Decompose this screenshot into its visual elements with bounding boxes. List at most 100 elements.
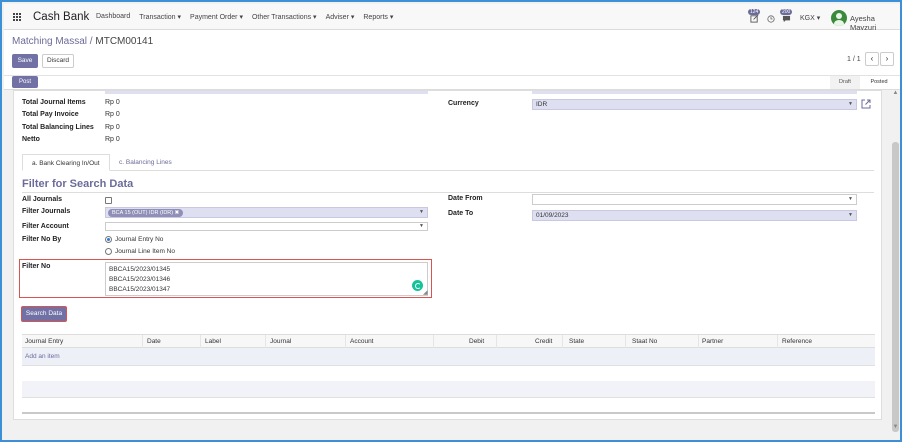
- total-balancing-lines-value: Rp 0: [105, 124, 120, 131]
- discard-button[interactable]: Discard: [42, 54, 74, 68]
- journal-tag[interactable]: BCA 15 (OUT) IDR (IDR) ✖: [108, 208, 184, 217]
- table-header: Journal Entry Date Label Journal Account…: [22, 334, 875, 348]
- netto-value: Rp 0: [105, 136, 120, 143]
- col-journal-entry[interactable]: Journal Entry: [25, 338, 63, 345]
- col-journal[interactable]: Journal: [270, 338, 291, 345]
- date-to-value: 01/09/2023: [536, 212, 569, 219]
- pager-next-button[interactable]: ›: [880, 52, 894, 66]
- date-from-field[interactable]: ▼: [532, 194, 857, 205]
- chevron-down-icon: ▼: [419, 209, 424, 215]
- column-divider: [777, 335, 778, 348]
- resize-handle-icon[interactable]: ◢: [423, 289, 428, 296]
- chevron-down-icon: ▼: [848, 101, 853, 107]
- col-date[interactable]: Date: [147, 338, 161, 345]
- filter-section-title: Filter for Search Data: [22, 178, 134, 190]
- apps-grid-icon[interactable]: [13, 13, 22, 22]
- user-avatar[interactable]: [831, 10, 847, 26]
- currency-value: IDR: [536, 101, 548, 108]
- menu-payment-order[interactable]: Payment Order ▾: [190, 13, 243, 21]
- column-divider: [496, 335, 497, 348]
- column-divider: [142, 335, 143, 348]
- filter-account-select[interactable]: ▼: [105, 222, 428, 231]
- messages-badge: 200: [780, 9, 793, 15]
- date-to-field[interactable]: 01/09/2023 ▼: [532, 210, 857, 221]
- menu-adviser[interactable]: Adviser ▾: [326, 13, 355, 21]
- filter-no-line: BBCA15/2023/01345: [109, 266, 171, 273]
- scrollbar[interactable]: ▲ ▼: [891, 90, 900, 434]
- add-item-link[interactable]: Add an item: [25, 353, 60, 360]
- filter-no-by-label: Filter No By: [22, 236, 62, 243]
- radio-journal-line-item-no-label: Journal Line Item No: [115, 248, 175, 255]
- col-debit[interactable]: Debit: [469, 338, 484, 345]
- activity-icon[interactable]: [750, 14, 759, 23]
- col-account[interactable]: Account: [350, 338, 374, 345]
- save-button[interactable]: Save: [12, 54, 38, 68]
- column-divider: [433, 335, 434, 348]
- chevron-down-icon: ▼: [419, 223, 424, 229]
- external-link-icon[interactable]: [861, 99, 871, 109]
- radio-journal-line-item-no[interactable]: [105, 248, 112, 255]
- all-journals-checkbox[interactable]: [105, 197, 112, 204]
- col-reference[interactable]: Reference: [782, 338, 812, 345]
- column-divider: [345, 335, 346, 348]
- tab-bank-clearing[interactable]: a. Bank Clearing In/Out: [22, 154, 110, 171]
- add-item-row: [22, 348, 875, 365]
- scroll-down-icon[interactable]: ▼: [891, 424, 900, 432]
- stage-posted[interactable]: Posted: [862, 76, 896, 89]
- filter-no-line: BBCA15/2023/01347: [109, 286, 171, 293]
- company-switcher[interactable]: KGX ▾: [800, 14, 820, 22]
- scroll-thumb[interactable]: [892, 142, 899, 432]
- filter-journals-label: Filter Journals: [22, 208, 71, 215]
- col-credit[interactable]: Credit: [535, 338, 552, 345]
- radio-journal-entry-no-label: Journal Entry No: [115, 236, 164, 243]
- row-divider: [22, 397, 875, 398]
- form-sheet: Total Journal Items Rp 0 Total Pay Invoi…: [13, 90, 882, 420]
- menu-reports[interactable]: Reports ▾: [363, 13, 393, 21]
- currency-select[interactable]: IDR ▼: [532, 99, 857, 110]
- total-pay-invoice-label: Total Pay Invoice: [22, 111, 79, 118]
- breadcrumb-parent[interactable]: Matching Massal /: [12, 36, 93, 47]
- table-row: [22, 381, 875, 397]
- total-pay-invoice-value: Rp 0: [105, 111, 120, 118]
- pager-prev-button[interactable]: ‹: [865, 52, 879, 66]
- clipped-field-right: [532, 91, 857, 94]
- col-partner[interactable]: Partner: [702, 338, 723, 345]
- tab-balancing-lines[interactable]: c. Balancing Lines: [110, 154, 181, 171]
- netto-label: Netto: [22, 136, 40, 143]
- date-from-label: Date From: [448, 195, 483, 202]
- col-state[interactable]: State: [569, 338, 584, 345]
- filter-no-textarea[interactable]: BBCA15/2023/01345 BBCA15/2023/01346 BBCA…: [105, 262, 428, 296]
- breadcrumb: Matching Massal / MTCM00141: [12, 36, 153, 47]
- stage-draft[interactable]: Draft: [830, 76, 860, 89]
- chat-icon[interactable]: [782, 15, 791, 23]
- form-scroll-area: Total Journal Items Rp 0 Total Pay Invoi…: [4, 90, 890, 434]
- search-data-button[interactable]: Search Data: [21, 306, 67, 322]
- total-balancing-lines-label: Total Balancing Lines: [22, 124, 94, 131]
- section-divider: [22, 192, 874, 193]
- app-brand: Cash Bank: [33, 11, 90, 23]
- chevron-down-icon: ▼: [848, 212, 853, 218]
- main-menu: Dashboard Transaction ▾ Payment Order ▾ …: [96, 13, 393, 21]
- activity-badge: 124: [748, 9, 761, 15]
- radio-journal-entry-no[interactable]: [105, 236, 112, 243]
- filter-no-line: BBCA15/2023/01346: [109, 276, 171, 283]
- column-divider: [625, 335, 626, 348]
- scroll-up-icon[interactable]: ▲: [891, 90, 900, 98]
- menu-other-transactions[interactable]: Other Transactions ▾: [252, 13, 317, 21]
- menu-transaction[interactable]: Transaction ▾: [139, 13, 181, 21]
- filter-no-label: Filter No: [22, 263, 51, 270]
- col-label[interactable]: Label: [205, 338, 221, 345]
- currency-label: Currency: [448, 100, 479, 107]
- table-footer: [22, 412, 875, 414]
- chevron-down-icon: ▼: [848, 196, 853, 202]
- menu-dashboard[interactable]: Dashboard: [96, 13, 130, 21]
- status-bar: Post Draft Posted: [4, 76, 900, 90]
- control-panel: Matching Massal / MTCM00141 Save Discard…: [4, 30, 900, 76]
- column-divider: [265, 335, 266, 348]
- date-to-label: Date To: [448, 210, 474, 217]
- col-staat-no[interactable]: Staat No: [632, 338, 657, 345]
- clock-icon[interactable]: [767, 15, 775, 23]
- row-divider: [22, 365, 875, 366]
- grammarly-icon[interactable]: [412, 280, 423, 291]
- post-button[interactable]: Post: [12, 76, 38, 88]
